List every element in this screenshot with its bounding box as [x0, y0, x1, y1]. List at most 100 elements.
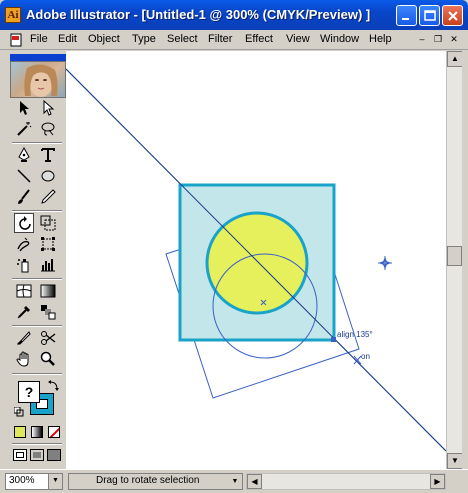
menu-effect[interactable]: Effect — [245, 33, 273, 45]
gradient-tool[interactable] — [38, 281, 58, 301]
toolbox-separator — [12, 443, 62, 445]
toolbox-separator — [12, 373, 62, 375]
type-t-icon — [41, 148, 55, 162]
scroll-left-arrow-icon[interactable]: ◀ — [247, 474, 262, 489]
menu-window[interactable]: Window — [320, 33, 359, 45]
status-menu[interactable]: Drag to rotate selection ▼ — [68, 473, 243, 490]
minimize-button[interactable] — [396, 5, 417, 26]
menu-edit[interactable]: Edit — [58, 33, 77, 45]
close-button[interactable] — [442, 5, 463, 26]
paintbrush-tool[interactable] — [14, 187, 34, 207]
gradient-mode-button[interactable] — [31, 426, 43, 438]
column-graph-tool[interactable] — [38, 255, 58, 275]
scissors-icon — [41, 331, 56, 345]
toolbox-title-bar[interactable] — [10, 54, 66, 61]
menu-view[interactable]: View — [286, 33, 310, 45]
selection-arrow-icon — [20, 101, 29, 115]
venus-logo-image[interactable] — [10, 61, 66, 98]
vertical-scroll-thumb[interactable] — [447, 246, 462, 266]
artwork: align 135° on — [66, 68, 446, 452]
menu-select[interactable]: Select — [167, 33, 198, 45]
rotate-icon — [19, 216, 31, 230]
fill-swatch[interactable]: ? — [18, 381, 40, 403]
menu-object[interactable]: Object — [88, 33, 120, 45]
mesh-icon — [16, 284, 32, 298]
swap-fill-stroke-icon[interactable] — [48, 379, 60, 391]
pen-nib-icon — [18, 147, 30, 162]
scroll-up-arrow-icon[interactable]: ▲ — [447, 51, 463, 67]
magic-wand-tool[interactable] — [14, 119, 34, 139]
rotate-origin-icon[interactable] — [378, 256, 392, 270]
zoom-tool[interactable] — [38, 349, 58, 369]
ellipse-tool[interactable] — [38, 166, 58, 186]
line-segment-icon — [17, 169, 31, 183]
eyedropper-icon — [17, 306, 30, 319]
document-icon[interactable] — [9, 33, 23, 47]
hand-icon — [16, 351, 29, 367]
smart-guide-align-label: align 135° — [337, 330, 373, 339]
pencil-tool[interactable] — [38, 187, 58, 207]
full-screen-mode-button[interactable] — [47, 449, 61, 461]
scroll-right-arrow-icon[interactable]: ▶ — [430, 474, 445, 489]
mesh-tool[interactable] — [14, 281, 34, 301]
circle-shape[interactable] — [205, 211, 309, 315]
slice-tool[interactable] — [14, 328, 34, 348]
scroll-down-arrow-icon[interactable]: ▼ — [447, 453, 463, 469]
window-border — [462, 51, 468, 493]
free-transform-icon — [41, 237, 55, 251]
close-icon — [448, 11, 458, 21]
status-dropdown-arrow-icon[interactable]: ▼ — [228, 475, 242, 489]
status-text: Drag to rotate selection — [96, 475, 200, 486]
zoom-level-field[interactable]: 300% ▼ — [5, 473, 63, 490]
direct-selection-tool[interactable] — [38, 98, 58, 118]
vertical-scrollbar[interactable]: ▲ ▼ — [446, 51, 463, 469]
default-fill-stroke-icon[interactable] — [14, 407, 24, 417]
warp-hand-icon — [17, 237, 30, 252]
ellipse-icon — [41, 170, 55, 182]
menu-filter[interactable]: Filter — [208, 33, 232, 45]
fill-stroke-widget: ? — [12, 377, 62, 419]
type-tool[interactable] — [38, 145, 58, 165]
artboard-canvas[interactable]: align 135° on — [66, 51, 446, 469]
doc-restore-icon[interactable]: ❐ — [432, 34, 444, 45]
doc-minimize-icon[interactable]: – — [416, 34, 428, 45]
anchor-point — [331, 337, 336, 342]
illustrator-icon[interactable]: Ai — [5, 7, 21, 23]
maximize-button[interactable] — [419, 5, 440, 26]
pen-tool[interactable] — [14, 145, 34, 165]
toolbox-separator — [12, 278, 62, 280]
selection-tool[interactable] — [14, 98, 34, 118]
line-segment-tool[interactable] — [14, 166, 34, 186]
maximize-icon — [424, 10, 436, 21]
scale-tool[interactable] — [38, 213, 58, 233]
standard-screen-mode-button[interactable] — [13, 449, 27, 461]
toolbox-separator — [12, 142, 62, 144]
free-transform-tool[interactable] — [38, 234, 58, 254]
menu-help[interactable]: Help — [369, 33, 392, 45]
window-title: Adobe Illustrator - [Untitled-1 @ 300% (… — [26, 7, 371, 22]
rotate-tool[interactable] — [14, 213, 34, 233]
magic-wand-icon — [17, 122, 32, 136]
scissors-tool[interactable] — [38, 328, 58, 348]
zoom-dropdown-arrow-icon[interactable]: ▼ — [48, 474, 62, 489]
venus-portrait-icon — [24, 64, 58, 97]
hand-tool[interactable] — [14, 349, 34, 369]
zoom-level-value: 300% — [9, 475, 35, 486]
lasso-tool[interactable] — [38, 119, 58, 139]
scale-icon — [40, 215, 56, 231]
blend-tool[interactable] — [38, 302, 58, 322]
zoom-magnifier-icon — [40, 351, 55, 366]
toolbox-separator — [12, 325, 62, 327]
symbol-sprayer-icon — [17, 259, 29, 273]
color-mode-button[interactable] — [14, 426, 26, 438]
warp-tool[interactable] — [14, 234, 34, 254]
menu-file[interactable]: File — [30, 33, 48, 45]
none-mode-button[interactable] — [48, 426, 60, 438]
full-screen-menu-mode-button[interactable] — [30, 449, 44, 461]
doc-close-icon[interactable]: ✕ — [448, 34, 460, 45]
column-graph-icon — [41, 259, 55, 272]
symbol-sprayer-tool[interactable] — [14, 255, 34, 275]
horizontal-scrollbar[interactable]: ◀ ▶ — [246, 473, 446, 490]
eyedropper-tool[interactable] — [14, 302, 34, 322]
menu-type[interactable]: Type — [132, 33, 156, 45]
